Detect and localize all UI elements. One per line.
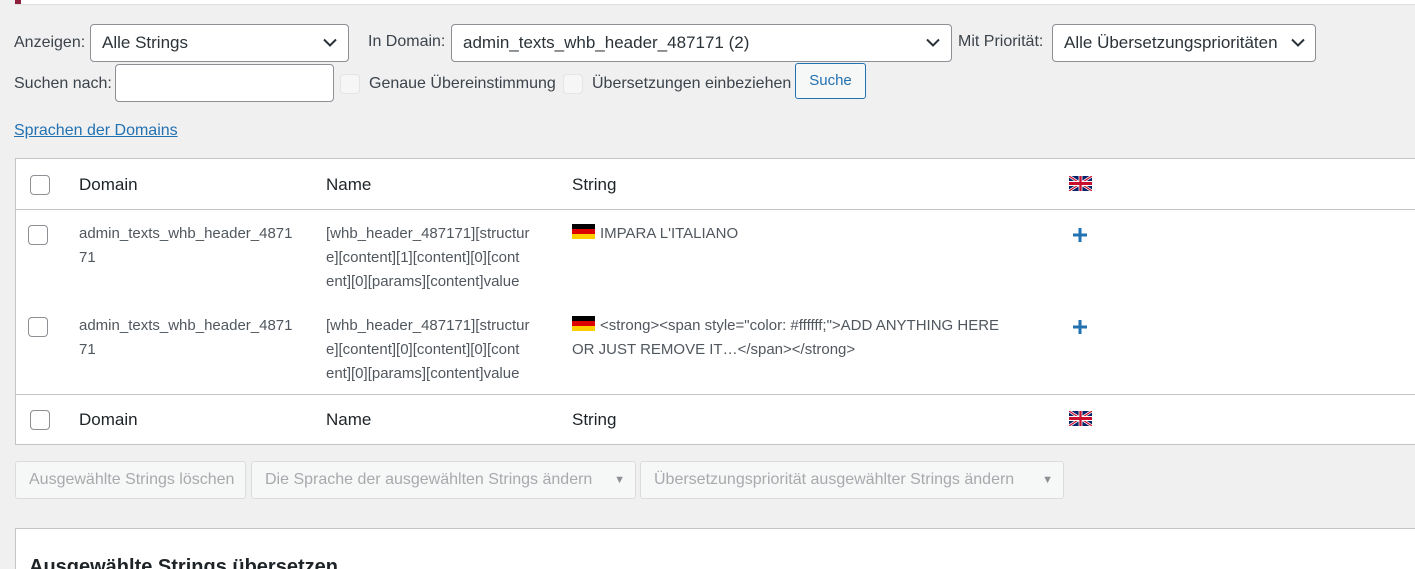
search-input[interactable]: [115, 64, 334, 102]
column-footer-name[interactable]: Name: [326, 410, 371, 430]
priority-select[interactable]: Alle Übersetzungsprioritäten: [1052, 24, 1316, 62]
delete-selected-button[interactable]: Ausgewählte Strings löschen: [15, 461, 246, 499]
domain-select-value: admin_texts_whb_header_487171 (2): [463, 33, 750, 52]
uk-flag-icon: [1069, 176, 1092, 191]
row-domain: admin_texts_whb_header_4871 71: [79, 225, 293, 266]
search-label: Suchen nach:: [14, 75, 112, 92]
priority-select-value: Alle Übersetzungsprioritäten: [1064, 33, 1278, 52]
change-language-select[interactable]: Die Sprache der ausgewählten Strings änd…: [251, 461, 636, 499]
exact-match-checkbox[interactable]: [340, 74, 360, 94]
column-header-name[interactable]: Name: [326, 175, 371, 195]
column-footer-string[interactable]: String: [572, 410, 616, 430]
column-header-string[interactable]: String: [572, 175, 616, 195]
exact-match-label: Genaue Übereinstimmung: [369, 75, 556, 92]
add-translation-icon[interactable]: [1072, 319, 1088, 335]
search-button[interactable]: Suche: [795, 63, 866, 99]
column-footer-domain[interactable]: Domain: [79, 410, 138, 430]
row-string: <strong><span style="color: #ffffff;">AD…: [572, 316, 1000, 358]
change-priority-select[interactable]: Übersetzungspriorität ausgewählter Strin…: [640, 461, 1064, 499]
de-flag-icon: [572, 224, 595, 239]
table-header: Domain Name String: [16, 159, 1415, 210]
domain-languages-link[interactable]: Sprachen der Domains: [14, 122, 178, 140]
row-name: [whb_header_487171][structur e][content]…: [326, 317, 530, 382]
select-all-checkbox[interactable]: [30, 175, 50, 195]
uk-flag-icon: [1069, 411, 1092, 426]
priority-label: Mit Priorität:: [958, 33, 1044, 50]
row-name: [whb_header_487171][structur e][content]…: [326, 225, 530, 290]
de-flag-icon: [572, 316, 595, 331]
translate-selected-panel: Ausgewählte Strings übersetzen: [15, 528, 1415, 569]
chevron-down-icon: [926, 38, 940, 47]
chevron-down-icon: [323, 38, 337, 47]
triangle-down-icon: ▼: [614, 474, 625, 486]
add-translation-icon[interactable]: [1072, 227, 1088, 243]
chevron-down-icon: [1291, 38, 1305, 47]
accent-bar: [15, 0, 21, 4]
table-footer: Domain Name String: [16, 394, 1415, 444]
show-select-value: Alle Strings: [102, 33, 188, 52]
include-translations-label: Übersetzungen einbeziehen: [592, 75, 792, 92]
triangle-down-icon: ▼: [1042, 474, 1053, 486]
top-card-edge: [15, 0, 1415, 4]
column-header-domain[interactable]: Domain: [79, 175, 138, 195]
domain-select[interactable]: admin_texts_whb_header_487171 (2): [451, 24, 952, 62]
row-domain: admin_texts_whb_header_4871 71: [79, 317, 293, 358]
row-checkbox[interactable]: [28, 225, 48, 245]
row-string: IMPARA L'ITALIANO: [572, 222, 1047, 246]
translate-section-title: Ausgewählte Strings übersetzen: [29, 556, 338, 569]
select-all-checkbox-footer[interactable]: [30, 410, 50, 430]
strings-table: Domain Name String admin_texts_whb_heade…: [15, 158, 1415, 445]
show-label: Anzeigen:: [14, 34, 86, 51]
show-select[interactable]: Alle Strings: [90, 24, 349, 62]
row-checkbox[interactable]: [28, 317, 48, 337]
domain-label: In Domain:: [368, 33, 446, 50]
include-translations-checkbox[interactable]: [563, 74, 583, 94]
